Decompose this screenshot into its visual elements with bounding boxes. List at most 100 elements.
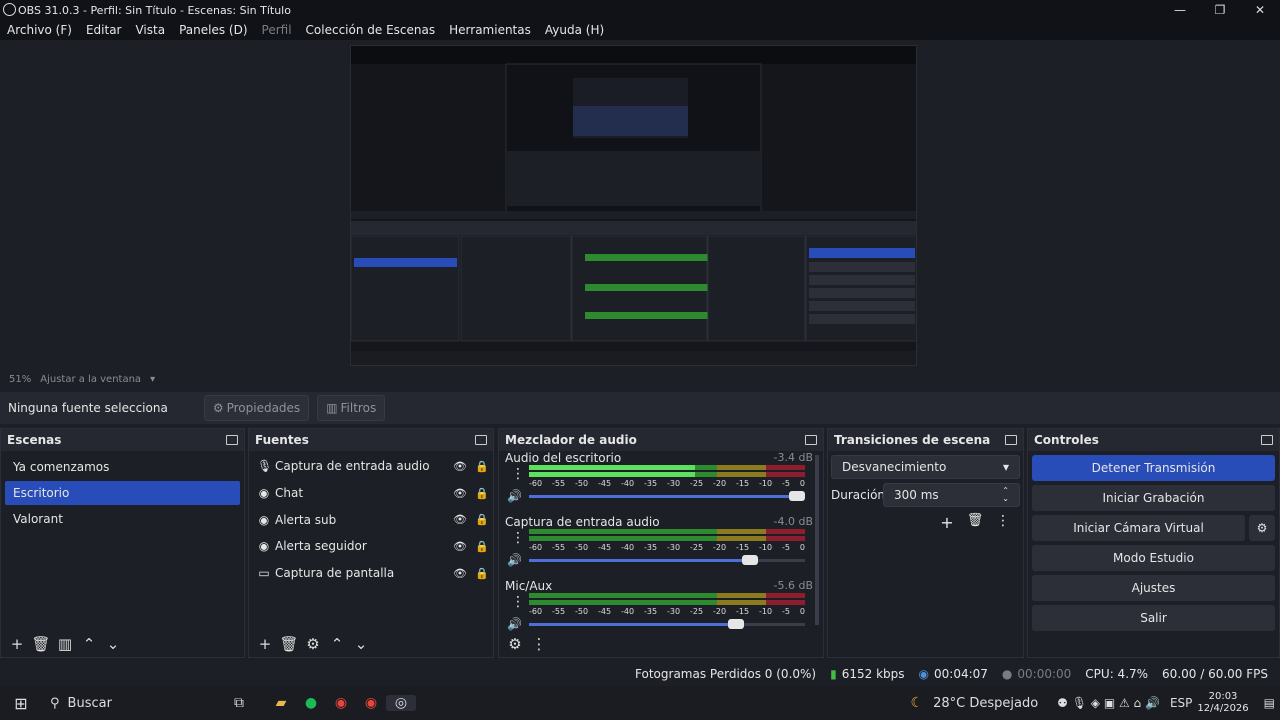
eye-icon[interactable]: 👁 <box>449 487 471 500</box>
chevron-down-icon[interactable]: ⌄ <box>349 635 373 653</box>
stream-time: ◉ 00:04:07 <box>919 667 988 681</box>
spotify-icon[interactable]: ● <box>296 695 326 711</box>
menu-ayuda[interactable]: Ayuda (H) <box>545 23 604 37</box>
windows-start-icon[interactable]: ⊞ <box>6 694 36 713</box>
duration-input[interactable]: 300 ms ⌃ ⌄ <box>883 483 1020 507</box>
tick-label: -50 <box>575 607 589 616</box>
kebab-menu-icon[interactable]: ⋮ <box>511 531 525 545</box>
filter-icon[interactable]: ▥ <box>53 635 77 653</box>
add-icon[interactable]: + <box>5 635 29 653</box>
gear-icon[interactable]: ⚙ <box>301 635 325 653</box>
slider-knob[interactable] <box>788 491 805 501</box>
settings-button[interactable]: Ajustes <box>1032 575 1275 601</box>
gear-icon[interactable]: ⚙ <box>1249 515 1275 541</box>
start-virtual-camera-button[interactable]: Iniciar Cámara Virtual <box>1032 515 1245 541</box>
chevron-up-icon[interactable]: ⌃ <box>77 635 101 653</box>
scenes-dock: Escenas Ya comenzamos Escritorio Valoran… <box>0 428 245 658</box>
mixer-channel: Captura de entrada audio -4.0 dB ⋮ 🔊 -60 -55-… <box>499 515 823 579</box>
source-item[interactable]: ◉ Alerta seguidor 👁 🔒 <box>249 533 493 560</box>
lock-icon[interactable]: 🔒 <box>471 487 493 500</box>
program-preview[interactable] <box>350 45 917 366</box>
zoom-dropdown-icon[interactable]: ▾ <box>150 374 155 385</box>
lock-icon[interactable]: 🔒 <box>471 460 493 473</box>
trash-icon[interactable]: 🗑 <box>29 635 53 653</box>
tick-label: -15 <box>736 607 750 616</box>
undock-icon[interactable] <box>805 435 817 445</box>
undock-icon[interactable] <box>1261 435 1273 445</box>
slider-knob[interactable] <box>728 619 744 629</box>
speaker-icon[interactable]: 🔊 <box>507 553 522 567</box>
chrome-icon[interactable]: ◉ <box>356 695 386 711</box>
menu-coleccion[interactable]: Colección de Escenas <box>306 23 436 37</box>
maximize-button[interactable]: ❐ <box>1200 0 1240 20</box>
speaker-icon[interactable]: 🔊 <box>507 617 522 631</box>
kebab-menu-icon[interactable]: ⋮ <box>989 513 1017 532</box>
properties-button[interactable]: ⚙ Propiedades <box>203 395 310 421</box>
transitions-title: Transiciones de escena <box>834 433 991 447</box>
eye-icon[interactable]: 👁 <box>449 567 471 580</box>
file-explorer-icon[interactable]: ▰ <box>266 695 296 711</box>
close-button[interactable]: ✕ <box>1240 0 1280 20</box>
undock-icon[interactable] <box>1005 435 1017 445</box>
eye-icon[interactable]: 👁 <box>449 460 471 473</box>
stepper-icon[interactable]: ⌃ ⌄ <box>1002 487 1009 503</box>
volume-slider[interactable] <box>529 491 805 501</box>
speaker-icon[interactable]: 🔊 <box>507 489 522 503</box>
zoom-fit-select[interactable]: Ajustar a la ventana <box>40 374 141 385</box>
volume-slider[interactable] <box>529 619 805 629</box>
source-item[interactable]: ◉ Alerta sub 👁 🔒 <box>249 506 493 533</box>
eye-icon[interactable]: 👁 <box>449 513 471 526</box>
trash-icon[interactable]: 🗑 <box>961 513 989 532</box>
tray-icons[interactable]: ⚉ 🎙 ◈ ▣ ⚠ ⌂ 🔊 <box>1057 696 1160 710</box>
lock-icon[interactable]: 🔒 <box>471 567 493 580</box>
transition-select[interactable]: Desvanecimiento ▾ <box>831 455 1020 479</box>
scene-item[interactable]: Valorant <box>5 507 240 531</box>
menu-paneles[interactable]: Paneles (D) <box>179 23 247 37</box>
source-item[interactable]: ▭ Captura de pantalla 👁 🔒 <box>249 560 493 587</box>
kebab-menu-icon[interactable]: ⋮ <box>511 467 525 481</box>
chrome-icon[interactable]: ◉ <box>326 695 356 711</box>
menu-perfil[interactable]: Perfil <box>262 23 292 37</box>
studio-mode-button[interactable]: Modo Estudio <box>1032 545 1275 571</box>
lock-icon[interactable]: 🔒 <box>471 513 493 526</box>
notification-icon[interactable]: ▤ <box>1264 696 1275 710</box>
source-item[interactable]: ◉ Chat 👁 🔒 <box>249 480 493 507</box>
lock-icon[interactable]: 🔒 <box>471 540 493 553</box>
menu-editar[interactable]: Editar <box>86 23 122 37</box>
task-view-icon[interactable]: ⧉ <box>224 695 254 711</box>
tick-label: -45 <box>598 543 612 552</box>
kebab-menu-icon[interactable]: ⋮ <box>511 595 525 609</box>
menu-archivo[interactable]: Archivo (F) <box>7 23 72 37</box>
obs-app-icon[interactable]: ◎ <box>386 695 416 711</box>
undock-icon[interactable] <box>226 435 238 445</box>
stop-streaming-button[interactable]: Detener Transmisión <box>1032 455 1275 481</box>
language-indicator[interactable]: ESP <box>1170 696 1192 710</box>
undock-icon[interactable] <box>475 435 487 445</box>
tick-label: -30 <box>667 607 681 616</box>
tick-label: -45 <box>598 479 612 488</box>
menu-vista[interactable]: Vista <box>135 23 165 37</box>
scene-item[interactable]: Ya comenzamos <box>5 455 240 479</box>
start-recording-button[interactable]: Iniciar Grabación <box>1032 485 1275 511</box>
minimize-button[interactable]: — <box>1160 0 1200 20</box>
add-icon[interactable]: + <box>253 635 277 653</box>
taskbar-search[interactable]: ⚲ Buscar <box>40 688 210 718</box>
chevron-down-icon[interactable]: ⌄ <box>101 635 125 653</box>
kebab-menu-icon[interactable]: ⋮ <box>527 635 551 653</box>
menu-herramientas[interactable]: Herramientas <box>449 23 531 37</box>
source-item[interactable]: 🎙 Captura de entrada audio 👁 🔒 <box>249 453 493 480</box>
exit-button[interactable]: Salir <box>1032 605 1275 631</box>
volume-slider[interactable] <box>529 555 805 565</box>
chevron-up-icon[interactable]: ⌃ <box>325 635 349 653</box>
mixer-scrollbar[interactable] <box>815 455 819 625</box>
filters-button[interactable]: ▥ Filtros <box>317 395 386 421</box>
clock[interactable]: 20:03 12/4/2026 <box>1197 691 1248 715</box>
scene-item[interactable]: Escritorio <box>5 481 240 505</box>
slider-knob[interactable] <box>741 555 758 565</box>
eye-icon[interactable]: 👁 <box>449 540 471 553</box>
trash-icon[interactable]: 🗑 <box>277 635 301 653</box>
gear-icon[interactable]: ⚙ <box>503 635 527 653</box>
tick-label: -35 <box>644 543 658 552</box>
audio-mixer-dock: Mezclador de audio Audio del escritorio -… <box>498 428 824 658</box>
add-icon[interactable]: + <box>933 513 961 532</box>
